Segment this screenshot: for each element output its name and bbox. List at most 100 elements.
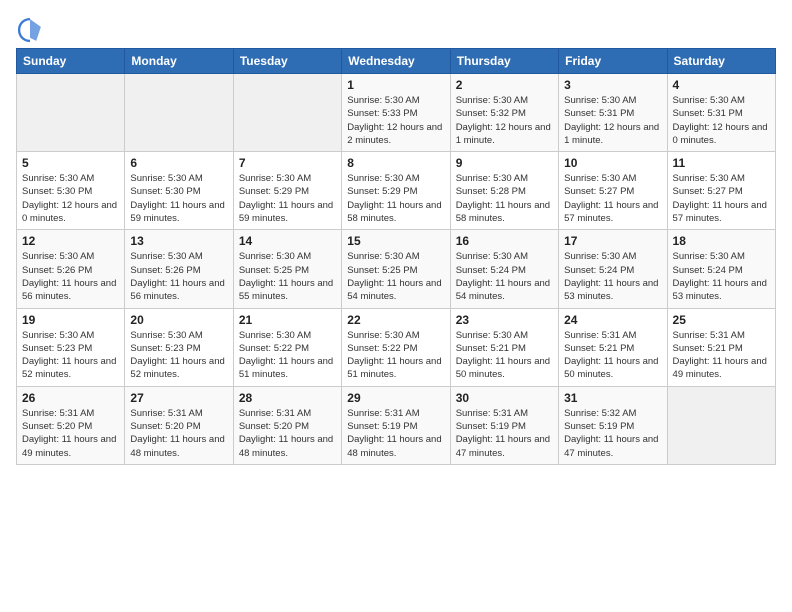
day-info: Sunrise: 5:30 AM Sunset: 5:23 PM Dayligh…: [22, 329, 119, 382]
day-number: 16: [456, 234, 553, 248]
col-header-saturday: Saturday: [667, 49, 775, 74]
day-number: 15: [347, 234, 444, 248]
day-number: 11: [673, 156, 770, 170]
week-row-2: 5Sunrise: 5:30 AM Sunset: 5:30 PM Daylig…: [17, 152, 776, 230]
day-number: 18: [673, 234, 770, 248]
week-row-5: 26 Sunrise: 5:31 AM Sunset: 5:20 PM Dayli…: [17, 386, 776, 464]
day-info: Sunrise: 5:30 AM Sunset: 5:24 PM Dayligh…: [456, 250, 553, 303]
day-info: Sunrise: 5:30 AM Sunset: 5:31 PM Dayligh…: [673, 94, 770, 147]
day-number: 28: [239, 391, 336, 405]
day-info: Sunrise: 5:30 AM Sunset: 5:27 PM Dayligh…: [673, 172, 770, 225]
day-info: Sunrise: 5:30 AM Sunset: 5:30 PM Dayligh…: [22, 172, 119, 225]
col-header-tuesday: Tuesday: [233, 49, 341, 74]
day-cell: [17, 74, 125, 152]
day-number: 1: [347, 78, 444, 92]
day-cell: 27Sunrise: 5:31 AM Sunset: 5:20 PM Dayli…: [125, 386, 233, 464]
week-row-1: 1 Sunrise: 5:30 AM Sunset: 5:33 PM Daylig…: [17, 74, 776, 152]
day-cell: 23Sunrise: 5:30 AM Sunset: 5:21 PM Dayli…: [450, 308, 558, 386]
day-info: Sunrise: 5:30 AM Sunset: 5:23 PM Dayligh…: [130, 329, 227, 382]
day-info: Sunrise: 5:30 AM Sunset: 5:25 PM Dayligh…: [239, 250, 336, 303]
day-info: Sunrise: 5:30 AM Sunset: 5:29 PM Dayligh…: [347, 172, 444, 225]
week-row-3: 12 Sunrise: 5:30 AM Sunset: 5:26 PM Dayli…: [17, 230, 776, 308]
col-header-wednesday: Wednesday: [342, 49, 450, 74]
day-cell: 6 Sunrise: 5:30 AM Sunset: 5:30 PM Daylig…: [125, 152, 233, 230]
day-number: 13: [130, 234, 227, 248]
day-number: 10: [564, 156, 661, 170]
day-number: 24: [564, 313, 661, 327]
day-cell: 15Sunrise: 5:30 AM Sunset: 5:25 PM Dayli…: [342, 230, 450, 308]
day-cell: 2 Sunrise: 5:30 AM Sunset: 5:32 PM Daylig…: [450, 74, 558, 152]
col-header-thursday: Thursday: [450, 49, 558, 74]
logo: [16, 16, 48, 44]
day-cell: 25 Sunrise: 5:31 AM Sunset: 5:21 PM Dayli…: [667, 308, 775, 386]
col-header-friday: Friday: [559, 49, 667, 74]
day-number: 25: [673, 313, 770, 327]
col-header-sunday: Sunday: [17, 49, 125, 74]
day-cell: 11 Sunrise: 5:30 AM Sunset: 5:27 PM Dayli…: [667, 152, 775, 230]
day-cell: 17 Sunrise: 5:30 AM Sunset: 5:24 PM Dayli…: [559, 230, 667, 308]
day-cell: 22 Sunrise: 5:30 AM Sunset: 5:22 PM Dayli…: [342, 308, 450, 386]
day-cell: 5Sunrise: 5:30 AM Sunset: 5:30 PM Daylig…: [17, 152, 125, 230]
day-cell: 29 Sunrise: 5:31 AM Sunset: 5:19 PM Dayli…: [342, 386, 450, 464]
day-cell: 20 Sunrise: 5:30 AM Sunset: 5:23 PM Dayli…: [125, 308, 233, 386]
day-cell: 10Sunrise: 5:30 AM Sunset: 5:27 PM Dayli…: [559, 152, 667, 230]
day-cell: 4 Sunrise: 5:30 AM Sunset: 5:31 PM Daylig…: [667, 74, 775, 152]
day-number: 7: [239, 156, 336, 170]
day-number: 12: [22, 234, 119, 248]
day-info: Sunrise: 5:30 AM Sunset: 5:33 PM Dayligh…: [347, 94, 444, 147]
day-number: 4: [673, 78, 770, 92]
day-number: 19: [22, 313, 119, 327]
day-number: 26: [22, 391, 119, 405]
day-cell: 14 Sunrise: 5:30 AM Sunset: 5:25 PM Dayli…: [233, 230, 341, 308]
day-info: Sunrise: 5:31 AM Sunset: 5:19 PM Dayligh…: [347, 407, 444, 460]
day-cell: 21Sunrise: 5:30 AM Sunset: 5:22 PM Dayli…: [233, 308, 341, 386]
day-info: Sunrise: 5:30 AM Sunset: 5:28 PM Dayligh…: [456, 172, 553, 225]
day-number: 2: [456, 78, 553, 92]
day-number: 27: [130, 391, 227, 405]
day-cell: 31 Sunrise: 5:32 AM Sunset: 5:19 PM Dayli…: [559, 386, 667, 464]
day-number: 20: [130, 313, 227, 327]
day-number: 8: [347, 156, 444, 170]
day-number: 9: [456, 156, 553, 170]
day-info: Sunrise: 5:30 AM Sunset: 5:24 PM Dayligh…: [673, 250, 770, 303]
day-cell: 16 Sunrise: 5:30 AM Sunset: 5:24 PM Dayli…: [450, 230, 558, 308]
day-number: 17: [564, 234, 661, 248]
day-cell: 30 Sunrise: 5:31 AM Sunset: 5:19 PM Dayli…: [450, 386, 558, 464]
day-info: Sunrise: 5:30 AM Sunset: 5:24 PM Dayligh…: [564, 250, 661, 303]
day-info: Sunrise: 5:31 AM Sunset: 5:20 PM Dayligh…: [239, 407, 336, 460]
day-number: 31: [564, 391, 661, 405]
day-info: Sunrise: 5:30 AM Sunset: 5:32 PM Dayligh…: [456, 94, 553, 147]
col-header-monday: Monday: [125, 49, 233, 74]
day-info: Sunrise: 5:31 AM Sunset: 5:19 PM Dayligh…: [456, 407, 553, 460]
header-row: SundayMondayTuesdayWednesdayThursdayFrid…: [17, 49, 776, 74]
day-number: 30: [456, 391, 553, 405]
day-info: Sunrise: 5:30 AM Sunset: 5:26 PM Dayligh…: [22, 250, 119, 303]
day-info: Sunrise: 5:30 AM Sunset: 5:22 PM Dayligh…: [347, 329, 444, 382]
day-cell: 24Sunrise: 5:31 AM Sunset: 5:21 PM Dayli…: [559, 308, 667, 386]
day-info: Sunrise: 5:30 AM Sunset: 5:26 PM Dayligh…: [130, 250, 227, 303]
page-header: [16, 16, 776, 44]
day-cell: [233, 74, 341, 152]
logo-icon: [16, 16, 44, 44]
calendar-table: SundayMondayTuesdayWednesdayThursdayFrid…: [16, 48, 776, 465]
day-cell: 18 Sunrise: 5:30 AM Sunset: 5:24 PM Dayli…: [667, 230, 775, 308]
day-cell: 8 Sunrise: 5:30 AM Sunset: 5:29 PM Daylig…: [342, 152, 450, 230]
day-info: Sunrise: 5:32 AM Sunset: 5:19 PM Dayligh…: [564, 407, 661, 460]
day-number: 3: [564, 78, 661, 92]
day-info: Sunrise: 5:30 AM Sunset: 5:29 PM Dayligh…: [239, 172, 336, 225]
calendar-body: 1 Sunrise: 5:30 AM Sunset: 5:33 PM Daylig…: [17, 74, 776, 465]
day-cell: 12 Sunrise: 5:30 AM Sunset: 5:26 PM Dayli…: [17, 230, 125, 308]
day-number: 14: [239, 234, 336, 248]
day-cell: 9 Sunrise: 5:30 AM Sunset: 5:28 PM Daylig…: [450, 152, 558, 230]
day-number: 22: [347, 313, 444, 327]
day-cell: 1 Sunrise: 5:30 AM Sunset: 5:33 PM Daylig…: [342, 74, 450, 152]
day-cell: 3 Sunrise: 5:30 AM Sunset: 5:31 PM Daylig…: [559, 74, 667, 152]
day-number: 6: [130, 156, 227, 170]
day-info: Sunrise: 5:30 AM Sunset: 5:31 PM Dayligh…: [564, 94, 661, 147]
day-cell: 7 Sunrise: 5:30 AM Sunset: 5:29 PM Daylig…: [233, 152, 341, 230]
day-cell: 26Sunrise: 5:31 AM Sunset: 5:20 PM Dayli…: [17, 386, 125, 464]
day-info: Sunrise: 5:30 AM Sunset: 5:21 PM Dayligh…: [456, 329, 553, 382]
day-number: 29: [347, 391, 444, 405]
day-info: Sunrise: 5:31 AM Sunset: 5:21 PM Dayligh…: [673, 329, 770, 382]
day-info: Sunrise: 5:30 AM Sunset: 5:30 PM Dayligh…: [130, 172, 227, 225]
